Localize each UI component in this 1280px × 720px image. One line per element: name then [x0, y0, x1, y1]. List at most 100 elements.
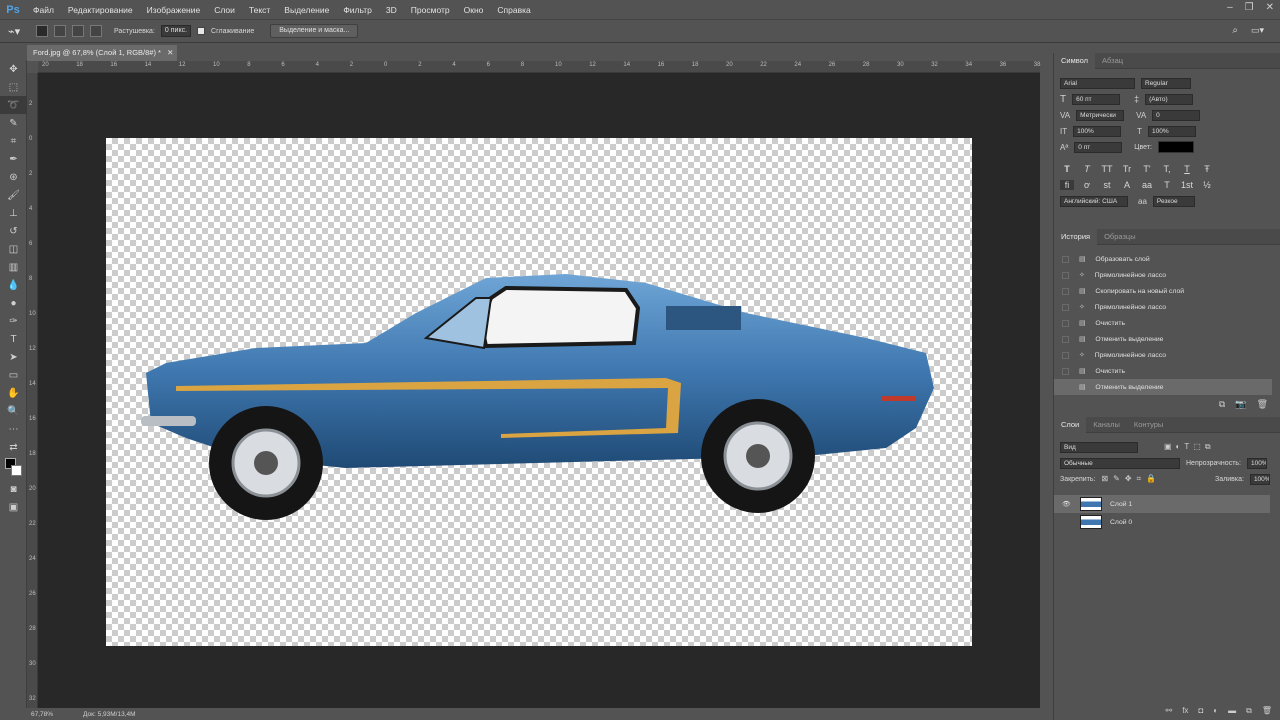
history-item[interactable]: ✧ Прямолинейное лассо [1054, 267, 1272, 283]
tab-paths[interactable]: Контуры [1127, 417, 1170, 433]
new-layer-icon[interactable]: ⧉ [1246, 706, 1252, 716]
intersect-selection-icon[interactable] [90, 25, 102, 37]
all-caps-button[interactable]: TT [1100, 164, 1114, 174]
add-mask-icon[interactable]: ◘ [1198, 706, 1203, 716]
snapshot-icon[interactable]: 📷 [1235, 399, 1246, 410]
text-color-swatch[interactable] [1157, 141, 1194, 153]
eraser-tool-icon[interactable]: ◫ [0, 240, 27, 258]
menu-image[interactable]: Изображение [140, 5, 208, 15]
superscript-button[interactable]: T' [1140, 164, 1154, 174]
history-item[interactable]: ▤ Очистить [1054, 363, 1272, 379]
menu-edit[interactable]: Редактирование [61, 5, 140, 15]
menu-layers[interactable]: Слои [207, 5, 242, 15]
titling-button[interactable]: T [1160, 180, 1174, 190]
history-source-box[interactable] [1062, 335, 1069, 343]
workspace-icon[interactable]: ▭▾ [1251, 25, 1264, 36]
ordinals-button[interactable]: 1st [1180, 180, 1194, 190]
quick-mask-icon[interactable]: ◙ [0, 480, 27, 498]
healing-tool-icon[interactable]: ⊛ [0, 168, 27, 186]
tab-paragraph[interactable]: Абзац [1095, 53, 1130, 69]
lasso-tool-icon[interactable]: ➰ [0, 96, 27, 114]
path-select-tool-icon[interactable]: ➤ [0, 348, 27, 366]
history-item[interactable]: ▤ Очистить [1054, 315, 1272, 331]
add-selection-icon[interactable] [54, 25, 66, 37]
move-tool-icon[interactable]: ✥ [0, 60, 27, 78]
antialias-method-select[interactable]: Резкое [1152, 195, 1195, 207]
history-source-box[interactable] [1062, 287, 1069, 295]
document-canvas[interactable] [106, 138, 972, 646]
subscript-button[interactable]: T, [1160, 164, 1174, 174]
faux-italic-button[interactable]: T [1080, 164, 1094, 174]
tab-character[interactable]: Символ [1054, 52, 1096, 69]
crop-tool-icon[interactable]: ⌗ [0, 132, 27, 150]
more-tools-icon[interactable]: ⋯ [0, 420, 27, 438]
vertical-scale-input[interactable]: 100% [1073, 125, 1122, 137]
tracking-input[interactable]: 0 [1152, 109, 1201, 121]
delete-state-icon[interactable]: 🗑 [1257, 399, 1268, 410]
menu-select[interactable]: Выделение [277, 5, 336, 15]
menu-view[interactable]: Просмотр [404, 5, 457, 15]
layer-filter-select[interactable]: Вид [1060, 441, 1138, 453]
small-caps-button[interactable]: Tr [1120, 164, 1134, 174]
font-style-select[interactable]: Regular [1141, 77, 1191, 89]
new-selection-icon[interactable] [36, 25, 48, 37]
menu-file[interactable]: Файл [26, 5, 61, 15]
dodge-tool-icon[interactable]: ● [0, 294, 27, 312]
eyedropper-tool-icon[interactable]: ✒ [0, 150, 27, 168]
leading-input[interactable]: (Авто) [1145, 93, 1194, 105]
tab-history[interactable]: История [1054, 228, 1098, 245]
history-item[interactable]: ▤ Образовать слой [1054, 251, 1272, 267]
tab-layers[interactable]: Слои [1054, 416, 1087, 433]
font-size-input[interactable]: 60 пт [1072, 93, 1121, 105]
lock-icons[interactable]: ⊠✎✥⌗🔒 [1101, 474, 1161, 484]
history-source-box[interactable] [1062, 383, 1069, 391]
marquee-tool-icon[interactable]: ⬚ [0, 78, 27, 96]
language-select[interactable]: Английский: США [1060, 195, 1128, 207]
hand-tool-icon[interactable]: ✋ [0, 384, 27, 402]
history-item[interactable]: ▤ Скопировать на новый слой [1054, 283, 1272, 299]
fractions-button[interactable]: ½ [1200, 180, 1214, 190]
history-source-box[interactable] [1062, 367, 1069, 375]
history-item[interactable]: ✧ Прямолинейное лассо [1054, 299, 1272, 315]
antialias-checkbox[interactable] [197, 27, 206, 35]
zoom-tool-icon[interactable]: 🔍 [0, 402, 27, 420]
document-tab[interactable]: Ford.jpg @ 67,8% (Слой 1, RGB/8#) * ✕ [27, 45, 177, 61]
close-icon[interactable]: ✕ [1266, 2, 1274, 13]
layer-row[interactable]: Слой 0 [1054, 513, 1270, 531]
search-icon[interactable]: ⌕ [1232, 25, 1238, 36]
new-doc-from-state-icon[interactable]: ⧉ [1219, 399, 1225, 410]
history-source-box[interactable] [1062, 303, 1069, 311]
feather-input[interactable]: 0 пикс. [160, 25, 192, 37]
menu-window[interactable]: Окно [457, 5, 491, 15]
history-item[interactable]: ▤ Отменить выделение [1054, 331, 1272, 347]
minimize-icon[interactable]: – [1227, 2, 1233, 13]
blur-tool-icon[interactable]: 💧 [0, 276, 27, 294]
tab-channels[interactable]: Каналы [1086, 417, 1127, 433]
history-item[interactable]: ▤ Отменить выделение [1054, 379, 1272, 395]
swap-colors-icon[interactable]: ⇄ [0, 438, 27, 456]
layer-row[interactable]: 👁 Слой 1 [1054, 495, 1270, 513]
shape-tool-icon[interactable]: ▭ [0, 366, 27, 384]
menu-filter[interactable]: Фильтр [336, 5, 379, 15]
stamp-tool-icon[interactable]: ⊥ [0, 204, 27, 222]
opacity-input[interactable]: 100% [1247, 457, 1267, 469]
quick-select-tool-icon[interactable]: ✎ [0, 114, 27, 132]
history-source-box[interactable] [1062, 271, 1069, 279]
history-source-box[interactable] [1062, 319, 1069, 327]
filter-icons[interactable]: ▣◐T⬚⧉ [1164, 442, 1215, 452]
new-group-icon[interactable]: ▬ [1228, 706, 1236, 716]
kerning-select[interactable]: Метрически [1076, 109, 1125, 121]
adjustment-layer-icon[interactable]: ◐ [1213, 706, 1218, 716]
strikethrough-button[interactable]: Ŧ [1200, 164, 1214, 174]
pen-tool-icon[interactable]: ✑ [0, 312, 27, 330]
font-family-select[interactable]: Arial [1060, 77, 1135, 89]
blend-mode-select[interactable]: Обычные [1060, 457, 1180, 469]
menu-help[interactable]: Справка [490, 5, 537, 15]
menu-3d[interactable]: 3D [379, 5, 404, 15]
brush-tool-icon[interactable]: 🖌 [0, 186, 27, 204]
gradient-tool-icon[interactable]: ▥ [0, 258, 27, 276]
ligatures-button[interactable]: fi [1060, 180, 1074, 190]
old-style-button[interactable]: ơ [1080, 180, 1094, 190]
horizontal-scale-input[interactable]: 100% [1148, 125, 1196, 137]
subtract-selection-icon[interactable] [72, 25, 84, 37]
